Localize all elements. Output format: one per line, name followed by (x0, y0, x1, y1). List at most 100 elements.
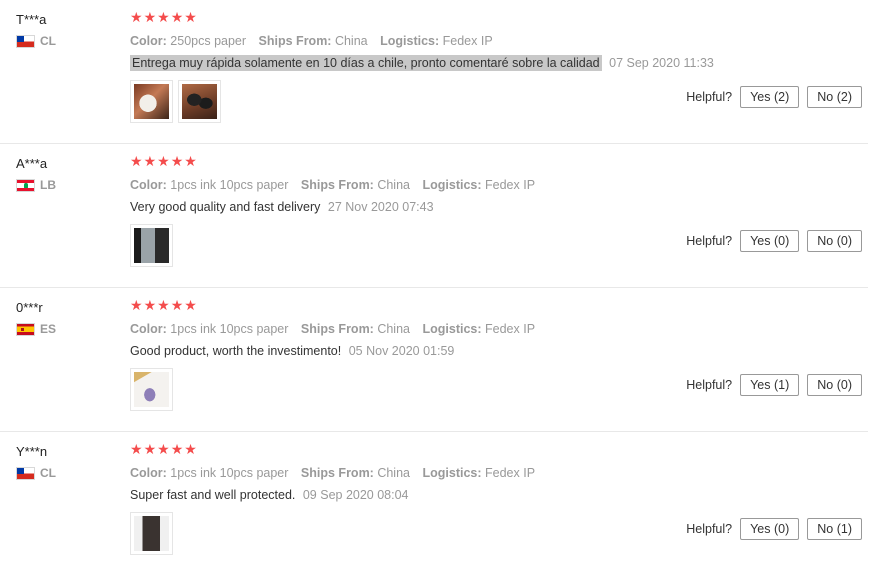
star-icon: ★ (157, 10, 170, 26)
country-code: LB (40, 178, 56, 192)
helpful-label: Helpful? (686, 234, 733, 248)
review-date: 05 Nov 2020 01:59 (348, 344, 455, 358)
review-feedback: Very good quality and fast delivery 27 N… (130, 200, 434, 214)
ships-from-label: Ships From: (300, 178, 374, 192)
helpful-no-button[interactable]: No (0) (807, 230, 862, 252)
review-photo-thumbnail[interactable] (130, 224, 173, 267)
review-photos (130, 512, 173, 555)
color-value: 1pcs ink 10pcs paper (170, 466, 289, 480)
star-icon: ★ (130, 442, 143, 458)
star-icon: ★ (130, 154, 143, 170)
ships-from-label: Ships From: (300, 322, 374, 336)
review-photo-thumbnail[interactable] (130, 512, 173, 555)
ships-from-value: China (377, 322, 410, 336)
review-text: Very good quality and fast delivery (130, 200, 321, 214)
logistics-label: Logistics: (422, 322, 482, 336)
color-label: Color: (130, 34, 167, 48)
star-rating: ★ ★ ★ ★ ★ (130, 442, 197, 458)
star-icon: ★ (143, 442, 157, 458)
star-icon: ★ (157, 154, 170, 170)
review-date: 27 Nov 2020 07:43 (327, 200, 434, 214)
logistics-label: Logistics: (422, 466, 482, 480)
star-icon: ★ (184, 442, 197, 458)
logistics-label: Logistics: (380, 34, 440, 48)
review-photos (130, 368, 173, 411)
color-value: 250pcs paper (170, 34, 247, 48)
review-text: Entrega muy rápida solamente en 10 días … (130, 55, 602, 71)
star-rating: ★ ★ ★ ★ ★ (130, 154, 197, 170)
review-text: Super fast and well protected. (130, 488, 296, 502)
review-text: Good product, worth the investimento! (130, 344, 342, 358)
reviewer-name: T***a (16, 12, 47, 27)
ships-from-value: China (334, 34, 368, 48)
color-label: Color: (130, 466, 167, 480)
logistics-label: Logistics: (422, 178, 482, 192)
review-feedback: Super fast and well protected. 09 Sep 20… (130, 488, 409, 502)
helpful-yes-button[interactable]: Yes (2) (740, 86, 800, 108)
helpful-voting: Helpful? Yes (0) No (1) (686, 518, 862, 540)
country-code: ES (40, 322, 57, 336)
lebanon-flag-icon (16, 178, 35, 192)
star-icon: ★ (157, 298, 170, 314)
star-rating: ★ ★ ★ ★ ★ (130, 298, 197, 314)
helpful-no-button[interactable]: No (2) (807, 86, 862, 108)
reviewer-country: ES (16, 322, 56, 336)
star-icon: ★ (170, 10, 184, 26)
ships-from-value: China (377, 178, 410, 192)
reviewer-name: Y***n (16, 444, 48, 459)
review-photo-thumbnail[interactable] (130, 368, 173, 411)
ships-from-value: China (377, 466, 410, 480)
color-label: Color: (130, 322, 167, 336)
helpful-yes-button[interactable]: Yes (0) (740, 230, 800, 252)
helpful-label: Helpful? (686, 90, 733, 104)
review-item: T***a CL ★ ★ ★ ★ ★ Color: 250pcs paper Ships… (0, 0, 868, 144)
review-feedback: Good product, worth the investimento! 05… (130, 344, 454, 358)
review-photos (130, 224, 173, 267)
star-icon: ★ (143, 154, 157, 170)
star-icon: ★ (170, 298, 184, 314)
ships-from-label: Ships From: (300, 466, 374, 480)
review-photo-thumbnail[interactable] (130, 80, 173, 123)
order-attributes: Color: 1pcs ink 10pcs paper Ships From: … (130, 178, 544, 192)
review-photos (130, 80, 221, 123)
logistics-value: Fedex IP (485, 322, 536, 336)
star-icon: ★ (143, 10, 157, 26)
order-attributes: Color: 1pcs ink 10pcs paper Ships From: … (130, 466, 544, 480)
helpful-no-button[interactable]: No (0) (807, 374, 862, 396)
helpful-yes-button[interactable]: Yes (0) (740, 518, 800, 540)
order-attributes: Color: 1pcs ink 10pcs paper Ships From: … (130, 322, 544, 336)
star-icon: ★ (157, 442, 170, 458)
order-attributes: Color: 250pcs paper Ships From: China Lo… (130, 34, 502, 48)
star-icon: ★ (170, 154, 184, 170)
reviewer-country: CL (16, 34, 56, 48)
review-item: Y***n CL ★ ★ ★ ★ ★ Color: 1pcs ink 10pcs pap… (0, 432, 868, 575)
country-code: CL (40, 466, 56, 480)
reviewer-name: 0***r (16, 300, 43, 315)
color-value: 1pcs ink 10pcs paper (170, 178, 289, 192)
helpful-voting: Helpful? Yes (2) No (2) (686, 86, 862, 108)
star-icon: ★ (143, 298, 157, 314)
color-value: 1pcs ink 10pcs paper (170, 322, 289, 336)
helpful-no-button[interactable]: No (1) (807, 518, 862, 540)
country-code: CL (40, 34, 56, 48)
review-photo-thumbnail[interactable] (178, 80, 221, 123)
chile-flag-icon (16, 34, 35, 48)
star-icon: ★ (170, 442, 184, 458)
chile-flag-icon (16, 466, 35, 480)
review-feedback: Entrega muy rápida solamente en 10 días … (130, 55, 714, 71)
spain-flag-icon (16, 322, 35, 336)
review-date: 09 Sep 2020 08:04 (302, 488, 409, 502)
star-icon: ★ (184, 154, 197, 170)
star-icon: ★ (130, 10, 143, 26)
star-icon: ★ (184, 10, 197, 26)
helpful-voting: Helpful? Yes (0) No (0) (686, 230, 862, 252)
color-label: Color: (130, 178, 167, 192)
star-rating: ★ ★ ★ ★ ★ (130, 10, 197, 26)
reviewer-name: A***a (16, 156, 48, 171)
review-item: A***a LB ★ ★ ★ ★ ★ Color: 1pcs ink 10pcs pap… (0, 144, 868, 288)
logistics-value: Fedex IP (485, 178, 536, 192)
star-icon: ★ (130, 298, 143, 314)
star-icon: ★ (184, 298, 197, 314)
helpful-yes-button[interactable]: Yes (1) (740, 374, 800, 396)
logistics-value: Fedex IP (485, 466, 536, 480)
